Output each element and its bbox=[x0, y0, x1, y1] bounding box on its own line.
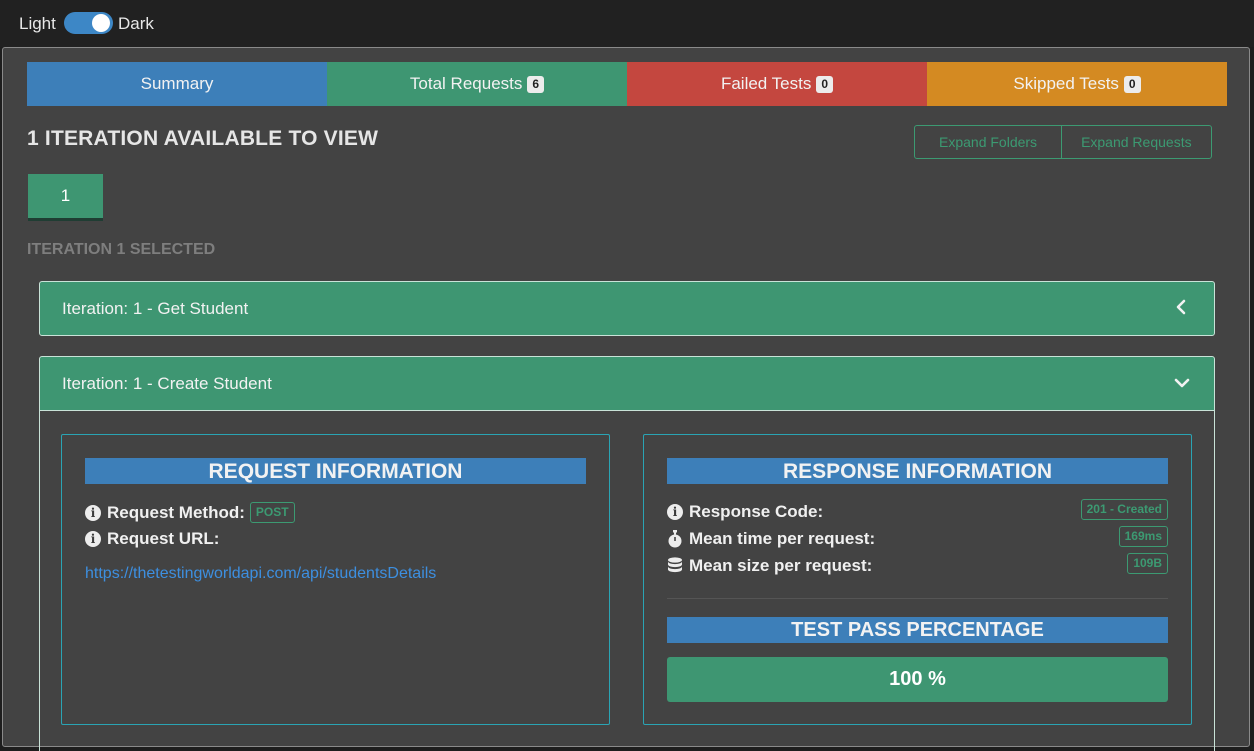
tab-total-requests-label: Total Requests bbox=[409, 74, 523, 93]
page-title: 1 ITERATION AVAILABLE TO VIEW bbox=[27, 127, 379, 150]
dark-label: Dark bbox=[118, 14, 154, 33]
divider bbox=[667, 598, 1168, 599]
theme-toggle[interactable] bbox=[64, 12, 113, 34]
top-bar: Light Dark bbox=[0, 0, 1254, 47]
chevron-left-icon bbox=[1176, 299, 1186, 315]
response-code-badge: 201 - Created bbox=[1080, 499, 1168, 520]
response-code-label: Response Code: bbox=[689, 502, 824, 521]
mean-time-label: Mean time per request: bbox=[689, 529, 876, 548]
tab-failed-tests-label: Failed Tests bbox=[720, 74, 812, 93]
info-icon: i bbox=[85, 531, 101, 547]
skipped-tests-badge: 0 bbox=[1123, 75, 1141, 93]
iteration-selected-label: ITERATION 1 SELECTED bbox=[27, 241, 216, 258]
info-icon: i bbox=[85, 504, 101, 521]
toggle-knob bbox=[92, 14, 110, 32]
tab-failed-tests[interactable]: Failed Tests 0 bbox=[627, 62, 927, 106]
mean-time-row: Mean time per request: bbox=[667, 529, 875, 549]
request-information-title: REQUEST INFORMATION bbox=[85, 458, 586, 484]
tab-skipped-tests[interactable]: Skipped Tests 0 bbox=[927, 62, 1227, 106]
panel-get-student-header[interactable]: Iteration: 1 - Get Student bbox=[39, 281, 1215, 336]
failed-tests-badge: 0 bbox=[816, 75, 834, 93]
mean-time-badge: 169ms bbox=[1118, 526, 1168, 547]
request-information-card: REQUEST INFORMATION i Request Method: PO… bbox=[61, 434, 610, 725]
mean-size-label: Mean size per request: bbox=[689, 556, 873, 575]
tab-summary-label: Summary bbox=[140, 74, 214, 93]
database-icon bbox=[668, 557, 682, 573]
response-code-row: i Response Code: bbox=[667, 502, 823, 522]
request-method-badge: POST bbox=[249, 502, 295, 523]
panel-get-student-title: Iteration: 1 - Get Student bbox=[62, 298, 249, 318]
panel-create-student-title: Iteration: 1 - Create Student bbox=[62, 373, 272, 393]
light-label: Light bbox=[19, 14, 56, 33]
mean-size-badge: 109B bbox=[1127, 553, 1168, 574]
iteration-1-button[interactable]: 1 bbox=[28, 174, 103, 221]
main-container: Summary Total Requests 6 Failed Tests 0 … bbox=[2, 47, 1250, 751]
total-requests-badge: 6 bbox=[527, 75, 545, 93]
response-information-card: RESPONSE INFORMATION i Response Code: 20… bbox=[643, 434, 1192, 725]
tab-total-requests[interactable]: Total Requests 6 bbox=[327, 62, 627, 106]
tab-skipped-tests-label: Skipped Tests bbox=[1013, 74, 1119, 93]
request-method-row: i Request Method: POST bbox=[85, 502, 295, 523]
expand-folders-button[interactable]: Expand Folders bbox=[915, 126, 1061, 158]
stopwatch-icon bbox=[668, 530, 682, 548]
test-pass-percentage-bar: 100 % bbox=[667, 657, 1168, 702]
request-url-link[interactable]: https://thetestingworldapi.com/api/stude… bbox=[85, 565, 436, 583]
response-information-title: RESPONSE INFORMATION bbox=[667, 458, 1168, 484]
request-url-row: i Request URL: bbox=[85, 529, 219, 549]
panel-create-student-header[interactable]: Iteration: 1 - Create Student bbox=[39, 356, 1215, 411]
expand-button-group: Expand Folders Expand Requests bbox=[914, 125, 1212, 159]
request-method-label: Request Method: bbox=[107, 502, 245, 522]
expand-requests-button[interactable]: Expand Requests bbox=[1061, 126, 1211, 158]
info-icon: i bbox=[667, 504, 683, 520]
chevron-down-icon bbox=[1174, 378, 1190, 388]
mean-size-row: Mean size per request: bbox=[667, 556, 872, 576]
tab-summary[interactable]: Summary bbox=[27, 62, 327, 106]
request-url-label: Request URL: bbox=[107, 529, 220, 548]
summary-tabs: Summary Total Requests 6 Failed Tests 0 … bbox=[27, 62, 1227, 106]
test-pass-percentage-title: TEST PASS PERCENTAGE bbox=[667, 617, 1168, 643]
